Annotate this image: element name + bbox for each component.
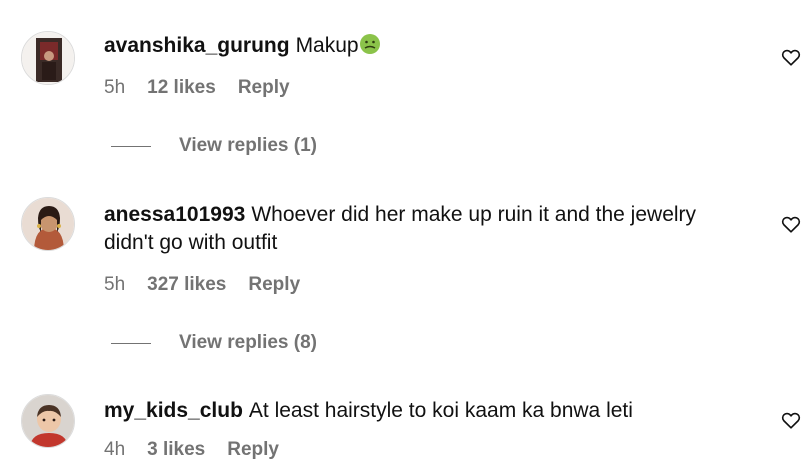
comment-username[interactable]: anessa101993 [104, 203, 245, 226]
like-heart-icon[interactable] [780, 213, 802, 235]
reply-button[interactable]: Reply [248, 274, 300, 296]
avatar[interactable] [21, 31, 75, 85]
view-replies-button[interactable]: View replies (8) [111, 332, 317, 354]
comment-username[interactable]: my_kids_club [104, 399, 243, 422]
comment-time: 5h [104, 274, 126, 295]
comment-text: my_kids_club At least hairstyle to koi ka… [104, 397, 744, 425]
comment-meta: 5h 327 likes Reply [104, 274, 300, 296]
comment-meta: 5h 12 likes Reply [104, 77, 290, 99]
view-replies-label: View replies (8) [179, 332, 317, 353]
likes-count[interactable]: 327 likes [147, 274, 226, 296]
reply-button[interactable]: Reply [227, 439, 279, 461]
avatar[interactable] [21, 197, 75, 251]
comment-text: anessa101993 Whoever did her make up ruin… [104, 201, 744, 257]
comment-time: 5h [104, 77, 126, 98]
comment-body: Makup [295, 34, 359, 57]
divider-line [111, 145, 151, 147]
nauseated-face-icon [359, 33, 381, 63]
comment-meta: 4h 3 likes Reply [104, 439, 279, 461]
comment-body: At least hairstyle to koi kaam ka bnwa l… [248, 399, 633, 422]
comment-username[interactable]: avanshika_gurung [104, 34, 290, 57]
comment-time: 4h [104, 439, 126, 460]
reply-button[interactable]: Reply [238, 77, 290, 99]
like-heart-icon[interactable] [780, 46, 802, 68]
like-heart-icon[interactable] [780, 409, 802, 431]
view-replies-button[interactable]: View replies (1) [111, 135, 317, 157]
likes-count[interactable]: 3 likes [147, 439, 205, 461]
likes-count[interactable]: 12 likes [147, 77, 216, 99]
comment-text: avanshika_gurung Makup [104, 32, 744, 63]
divider-line [111, 342, 151, 344]
view-replies-label: View replies (1) [179, 135, 317, 156]
avatar[interactable] [21, 394, 75, 448]
